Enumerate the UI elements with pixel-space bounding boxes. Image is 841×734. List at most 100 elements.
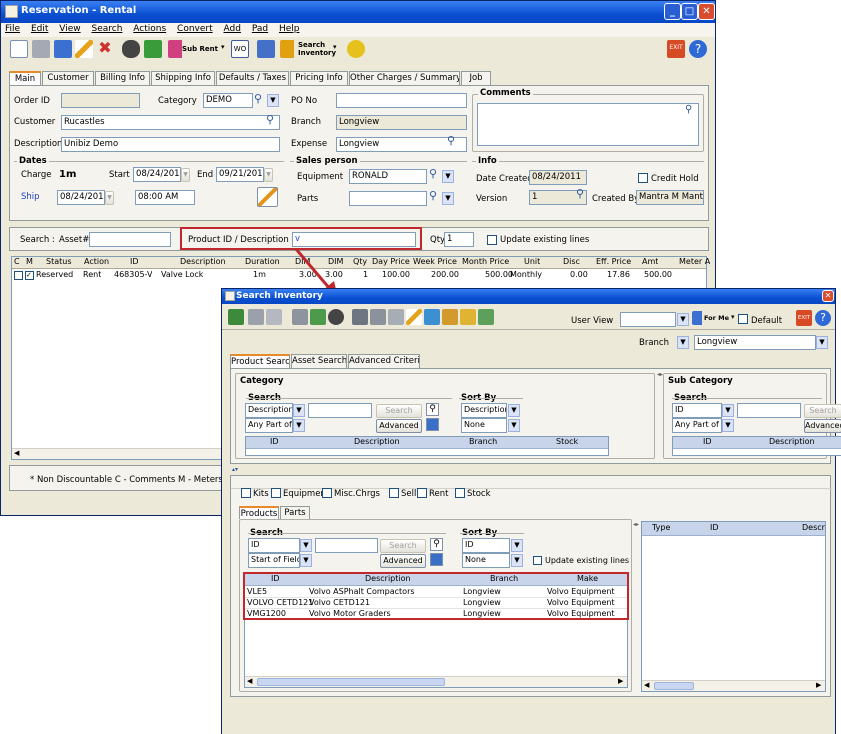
user-icon[interactable] — [442, 309, 458, 325]
right-col-descr[interactable]: Descr — [802, 523, 825, 532]
category-sort1-select[interactable]: Description — [461, 403, 507, 418]
products-search-field-select[interactable]: ID — [248, 538, 300, 553]
category-match-dropdown[interactable]: ▼ — [293, 419, 305, 432]
subcat-col-id[interactable]: ID — [703, 437, 712, 446]
right-col-id[interactable]: ID — [710, 523, 719, 532]
dialog-branch-field[interactable]: Longview — [694, 335, 816, 350]
right-scroll-thumb[interactable] — [654, 682, 694, 690]
tab-asset-search[interactable]: Asset Search — [291, 354, 347, 368]
subcategory-group: Sub Category Search ID ▼ Search Any Part… — [663, 373, 841, 459]
table-icon[interactable] — [352, 309, 368, 325]
products-sort1-select[interactable]: ID — [462, 538, 510, 553]
subcategory-advanced-button[interactable]: Advanced — [804, 419, 841, 433]
category-search-field-select[interactable]: Description — [245, 403, 293, 418]
subcategory-match-dropdown[interactable]: ▼ — [722, 419, 734, 432]
copy-icon[interactable] — [292, 309, 308, 325]
misc-chrgs-checkbox[interactable] — [322, 488, 332, 498]
user-view-field[interactable] — [620, 312, 676, 327]
products-match-dropdown[interactable]: ▼ — [300, 554, 312, 567]
tab-parts[interactable]: Parts — [280, 506, 310, 519]
dialog-title: Search Inventory — [236, 291, 323, 301]
products-scroll-right-icon[interactable]: ▶ — [618, 677, 623, 685]
cat-col-description[interactable]: Description — [354, 437, 400, 446]
products-sort2-dropdown[interactable]: ▼ — [511, 554, 523, 567]
category-grid-header: ID Description Branch Stock — [246, 437, 608, 449]
doc-icon[interactable] — [248, 309, 264, 325]
lock-icon[interactable] — [460, 309, 476, 325]
products-sort2-select[interactable]: None — [462, 553, 510, 568]
category-sort2-dropdown[interactable]: ▼ — [508, 419, 520, 432]
for-me-dropdown-icon[interactable]: ▾ — [731, 313, 737, 323]
tree-icon[interactable] — [310, 309, 326, 325]
user-view-label: User View — [571, 316, 614, 326]
products-scroll-thumb[interactable] — [257, 678, 445, 686]
doc2-icon[interactable] — [266, 309, 282, 325]
right-horizontal-scrollbar[interactable]: ◀ ▶ — [642, 680, 825, 691]
dialog-exit-icon[interactable]: EXIT — [796, 310, 812, 326]
products-binoculars-icon[interactable]: ⚲ — [430, 538, 443, 551]
products-advanced-button[interactable]: Advanced — [380, 554, 426, 568]
subcategory-search-field-select[interactable]: ID — [672, 403, 722, 418]
products-search-field-dropdown[interactable]: ▼ — [300, 539, 312, 552]
dialog-branch-value-dropdown[interactable]: ▼ — [816, 336, 828, 349]
subcategory-search-input[interactable] — [737, 403, 801, 418]
category-sort2-select[interactable]: None — [461, 418, 507, 433]
subcategory-search-button[interactable]: Search — [804, 404, 841, 418]
right-scroll-right-icon[interactable]: ▶ — [816, 681, 821, 689]
table2-icon[interactable] — [370, 309, 386, 325]
right-splitter-handle[interactable]: ◂▸ — [633, 521, 639, 528]
right-scroll-left-icon[interactable]: ◀ — [644, 681, 649, 689]
tab-advanced-criteria[interactable]: Advanced Criteria — [348, 354, 420, 368]
user-view-dropdown[interactable]: ▼ — [677, 313, 689, 326]
products-sort1-dropdown[interactable]: ▼ — [511, 539, 523, 552]
tab-product-search[interactable]: Product Search — [230, 354, 290, 368]
dialog-close-button[interactable]: ✕ — [822, 290, 834, 302]
products-match-select[interactable]: Start of Field — [248, 553, 300, 568]
products-horizontal-scrollbar[interactable]: ◀ ▶ — [245, 676, 627, 687]
products-search-button[interactable]: Search — [380, 539, 426, 553]
book-icon[interactable] — [478, 309, 494, 325]
subcategory-match-select[interactable]: Any Part of ... — [672, 418, 722, 433]
category-advanced-icon[interactable] — [426, 418, 439, 431]
right-col-type[interactable]: Type — [652, 523, 670, 532]
subcategory-search-field-dropdown[interactable]: ▼ — [722, 404, 734, 417]
stock-checkbox[interactable] — [455, 488, 465, 498]
rent-checkbox[interactable] — [417, 488, 427, 498]
dialog-help-icon[interactable]: ? — [815, 310, 831, 326]
category-grid: ID Description Branch Stock — [245, 436, 609, 456]
products-scroll-left-icon[interactable]: ◀ — [247, 677, 252, 685]
sell-checkbox[interactable] — [389, 488, 399, 498]
products-advanced-icon[interactable] — [430, 553, 443, 566]
products-update-checkbox[interactable] — [533, 556, 542, 565]
collapse-toggle-icon[interactable]: ▴▾ — [232, 466, 238, 473]
subcategory-title: Sub Category — [668, 376, 733, 386]
equipment-checkbox[interactable] — [271, 488, 281, 498]
binoculars-icon[interactable] — [328, 309, 344, 325]
pencil-icon[interactable] — [406, 309, 422, 325]
category-match-select[interactable]: Any Part of ... — [245, 418, 293, 433]
dialog-tab-panel: Category Search Description ▼ Search ⚲ A… — [230, 368, 841, 464]
products-area: Kits Equipment Misc.Chrgs Sell Rent Stoc… — [230, 475, 832, 697]
category-advanced-button[interactable]: Advanced — [376, 419, 422, 433]
tab-products[interactable]: Products — [239, 506, 279, 519]
subcategory-grid: ID Description — [672, 436, 841, 456]
cat-col-id[interactable]: ID — [270, 437, 279, 446]
bottle-icon[interactable] — [424, 309, 440, 325]
subcat-col-description[interactable]: Description — [769, 437, 815, 446]
cat-col-branch[interactable]: Branch — [469, 437, 497, 446]
cat-col-stock[interactable]: Stock — [556, 437, 578, 446]
kits-checkbox[interactable] — [241, 488, 251, 498]
for-me-save-icon[interactable]: For Me — [692, 311, 730, 325]
list-icon[interactable] — [388, 309, 404, 325]
category-search-input[interactable] — [308, 403, 372, 418]
search-people-icon[interactable] — [228, 309, 244, 325]
category-sort1-dropdown[interactable]: ▼ — [508, 404, 520, 417]
category-search-field-dropdown[interactable]: ▼ — [293, 404, 305, 417]
products-search-input[interactable] — [315, 538, 378, 553]
dialog-branch-dropdown[interactable]: ▼ — [677, 336, 689, 349]
category-search-button[interactable]: Search — [376, 404, 422, 418]
default-checkbox[interactable] — [738, 314, 748, 324]
sell-label: Sell — [401, 489, 417, 499]
products-search-line — [248, 533, 446, 534]
category-binoculars-icon[interactable]: ⚲ — [426, 403, 439, 416]
